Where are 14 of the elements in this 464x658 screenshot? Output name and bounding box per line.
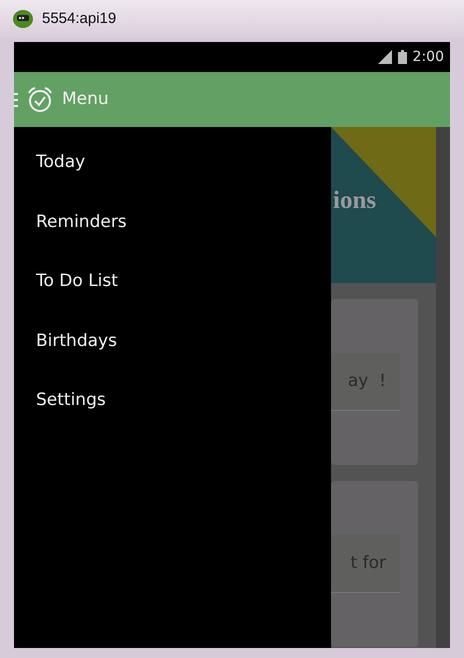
battery-icon — [398, 50, 407, 64]
emulator-icon — [12, 9, 34, 29]
signal-icon — [376, 50, 392, 64]
drawer-item[interactable]: Reminders — [14, 192, 331, 252]
drawer-indicator-icon[interactable] — [14, 92, 18, 108]
drawer-item[interactable]: Today — [14, 133, 331, 193]
drawer-item[interactable]: To Do List — [14, 252, 331, 312]
alarm-clock-icon[interactable] — [26, 86, 54, 114]
clock: 2:00 — [412, 48, 444, 66]
drawer-item[interactable]: Settings — [14, 371, 331, 431]
window-title: 5554:api19 — [42, 8, 116, 29]
drawer-item[interactable]: Birthdays — [14, 312, 331, 372]
app-title: Menu — [62, 88, 109, 111]
banner-title: ions — [333, 186, 376, 216]
